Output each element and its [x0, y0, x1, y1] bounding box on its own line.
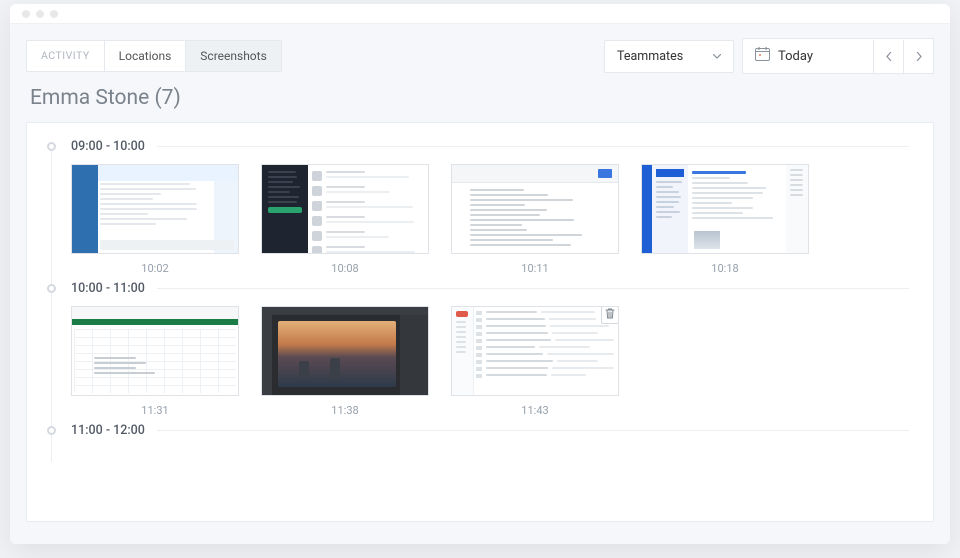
time-groups-container: 09:00 - 10:00 10:02 10:08 10:11 — [51, 139, 909, 448]
screenshot-item: 10:02 — [71, 164, 239, 275]
timeline-line — [51, 293, 52, 431]
time-range-label: 09:00 - 10:00 — [71, 139, 145, 154]
timeline-line — [51, 435, 52, 462]
screenshots-panel: 09:00 - 10:00 10:02 10:08 10:11 — [26, 122, 934, 522]
screenshots-row: 10:02 10:08 10:11 — [71, 164, 909, 275]
screenshot-item: 10:08 — [261, 164, 429, 275]
screenshot-item: 11:31 — [71, 306, 239, 417]
screenshot-item: 11:43 — [451, 306, 619, 417]
tab-activity[interactable]: ACTIVITY — [27, 41, 105, 71]
screenshot-thumbnail[interactable] — [71, 164, 239, 254]
screenshot-thumbnail[interactable] — [71, 306, 239, 396]
delete-screenshot-button[interactable] — [601, 306, 619, 324]
screenshot-time: 10:11 — [521, 262, 548, 275]
window-titlebar — [10, 4, 950, 24]
screenshot-thumbnail[interactable] — [641, 164, 809, 254]
tab-locations[interactable]: Locations — [105, 41, 187, 71]
window-dot — [22, 10, 30, 18]
date-picker-main[interactable]: Today — [743, 39, 873, 73]
content-area: ACTIVITY Locations Screenshots Teammates… — [10, 24, 950, 544]
screenshots-row: 11:31 11:38 11:43 — [71, 306, 909, 417]
screenshot-thumbnail[interactable] — [261, 306, 429, 396]
date-next-button[interactable] — [903, 40, 933, 73]
date-prev-button[interactable] — [873, 40, 903, 73]
screenshot-item: 10:18 — [641, 164, 809, 275]
trash-icon — [605, 308, 615, 323]
screenshot-item: 10:11 — [451, 164, 619, 275]
browser-window: ACTIVITY Locations Screenshots Teammates… — [10, 4, 950, 544]
time-range-label: 11:00 - 12:00 — [71, 423, 145, 438]
timeline-line — [51, 151, 52, 289]
time-group: 10:00 - 11:00 11:31 11:38 — [51, 281, 909, 417]
time-group: 09:00 - 10:00 10:02 10:08 10:11 — [51, 139, 909, 275]
page-title: Emma Stone (7) — [26, 74, 934, 122]
window-dot — [50, 10, 58, 18]
screenshot-time: 10:18 — [711, 262, 738, 275]
teammates-dropdown[interactable]: Teammates — [604, 40, 734, 73]
chevron-left-icon — [886, 52, 892, 61]
screenshot-time: 11:38 — [331, 404, 358, 417]
screenshot-time: 11:31 — [141, 404, 168, 417]
timeline-bullet-icon — [47, 284, 56, 293]
caret-down-icon — [713, 54, 721, 59]
screenshot-time: 10:02 — [141, 262, 168, 275]
tabs: ACTIVITY Locations Screenshots — [26, 40, 282, 72]
chevron-right-icon — [916, 52, 922, 61]
window-dot — [36, 10, 44, 18]
time-range-header: 10:00 - 11:00 — [71, 281, 909, 296]
timeline-bullet-icon — [47, 426, 56, 435]
time-range-header: 09:00 - 10:00 — [71, 139, 909, 154]
screenshot-time: 10:08 — [331, 262, 358, 275]
toolbar: ACTIVITY Locations Screenshots Teammates… — [26, 38, 934, 74]
screenshot-item: 11:38 — [261, 306, 429, 417]
screenshot-thumbnail[interactable] — [261, 164, 429, 254]
date-picker-label: Today — [778, 49, 813, 64]
screenshot-time: 11:43 — [521, 404, 548, 417]
calendar-icon — [755, 47, 770, 65]
teammates-dropdown-label: Teammates — [617, 49, 683, 64]
time-range-label: 10:00 - 11:00 — [71, 281, 145, 296]
date-picker: Today — [742, 38, 934, 74]
time-range-header: 11:00 - 12:00 — [71, 423, 909, 438]
screenshot-thumbnail[interactable] — [451, 306, 619, 396]
time-group: 11:00 - 12:00 — [51, 423, 909, 448]
timeline-bullet-icon — [47, 142, 56, 151]
screenshot-thumbnail[interactable] — [451, 164, 619, 254]
tab-screenshots[interactable]: Screenshots — [186, 41, 280, 71]
